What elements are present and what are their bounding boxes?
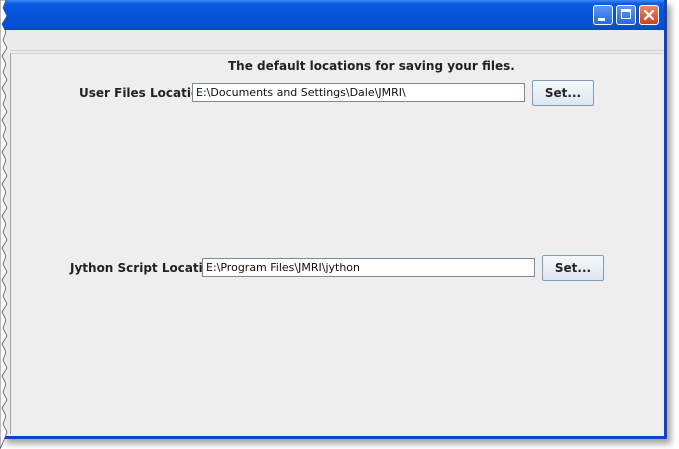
jython-set-button[interactable]: Set... xyxy=(542,255,604,281)
panel-heading: The default locations for saving your fi… xyxy=(228,59,515,73)
minimize-icon xyxy=(598,18,605,21)
jython-script-location-field[interactable] xyxy=(202,258,535,277)
user-files-location-field[interactable] xyxy=(192,83,525,102)
torn-edge xyxy=(0,0,8,449)
user-files-set-button[interactable]: Set... xyxy=(532,80,594,106)
maximize-button[interactable] xyxy=(616,5,636,25)
maximize-icon xyxy=(621,9,631,19)
menu-bar xyxy=(2,30,664,51)
file-locations-panel: The default locations for saving your fi… xyxy=(10,53,663,434)
preferences-window: The default locations for saving your fi… xyxy=(2,0,667,439)
close-icon xyxy=(643,9,655,21)
close-button[interactable] xyxy=(639,5,659,25)
minimize-button[interactable] xyxy=(593,5,613,25)
title-bar[interactable] xyxy=(2,0,664,30)
jython-script-location-label: Jython Script Location xyxy=(70,261,220,275)
user-files-location-label: User Files Location xyxy=(79,86,208,100)
